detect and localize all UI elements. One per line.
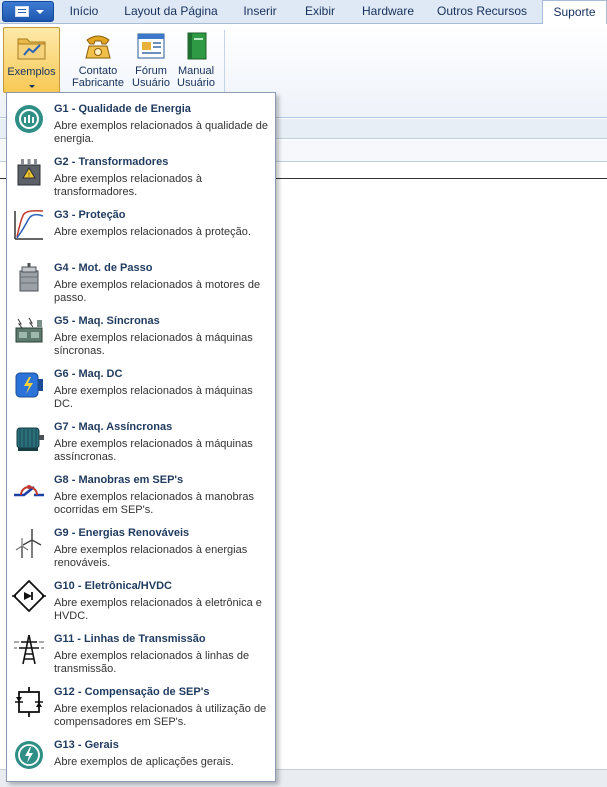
diode-bridge-icon [12, 579, 46, 613]
menu-item-description: Abre exemplos relacionados à motores de … [54, 279, 261, 304]
exemplos-button[interactable]: Exemplos [3, 27, 60, 93]
chevron-down-icon [36, 10, 44, 14]
exemplos-label: Exemplos [7, 66, 56, 78]
tab-hardware[interactable]: Hardware [352, 0, 424, 24]
menu-item-title: G12 - Compensação de SEP's [54, 686, 210, 698]
menu-item-g8[interactable]: G8 - Manobras em SEP's Abre exemplos rel… [8, 467, 274, 519]
transmission-tower-icon [14, 634, 44, 665]
telephone-icon [85, 35, 111, 59]
menu-item-description: Abre exemplos relacionados à qualidade d… [54, 120, 269, 145]
manual-label-line2: Usuário [177, 77, 215, 89]
manual-usuario-button[interactable]: Manual Usuário [174, 27, 218, 93]
forum-label-line2: Usuário [132, 77, 170, 89]
menu-item-description: Abre exemplos relacionados à máquinas sí… [54, 332, 253, 357]
manual-usuario-label: Manual Usuário [174, 65, 218, 89]
menu-item-description: Abre exemplos relacionados à máquinas as… [54, 438, 253, 463]
menu-item-description: Abre exemplos relacionados à transformad… [54, 173, 202, 198]
menu-item-g6[interactable]: G6 - Maq. DC Abre exemplos relacionados … [8, 361, 274, 413]
menu-item-description: Abre exemplos relacionados à linhas de t… [54, 650, 250, 675]
tab-layout-da-pagina[interactable]: Layout da Página [118, 0, 224, 24]
menu-item-title: G5 - Maq. Síncronas [54, 315, 160, 327]
menu-item-description: Abre exemplos relacionados à manobras oc… [54, 491, 254, 516]
menu-item-g4[interactable]: G4 - Mot. de Passo Abre exemplos relacio… [8, 255, 274, 307]
manual-label-line1: Manual [177, 65, 215, 77]
menu-item-title: G11 - Linhas de Transmissão [54, 633, 206, 645]
menu-item-title: G10 - Eletrônica/HVDC [54, 580, 172, 592]
synchronous-machine-icon [15, 317, 43, 343]
induction-motor-icon [16, 427, 44, 451]
green-book-icon [187, 32, 207, 60]
forum-usuario-label: Fórum Usuário [129, 65, 173, 89]
tab-inserir[interactable]: Inserir [232, 0, 288, 24]
chevron-down-icon [28, 85, 35, 88]
menu-item-g12[interactable]: G12 - Compensação de SEP's Abre exemplos… [8, 679, 274, 731]
tab-inicio[interactable]: Início [58, 0, 110, 24]
folder-chart-icon [17, 38, 45, 60]
tab-suporte[interactable]: Suporte [542, 0, 607, 25]
menu-item-title: G13 - Gerais [54, 739, 119, 751]
menu-item-title: G2 - Transformadores [54, 156, 169, 168]
menu-item-g13[interactable]: G13 - Gerais Abre exemplos de aplicações… [8, 732, 274, 784]
application-menu-button[interactable] [2, 1, 54, 22]
stepper-motor-icon [19, 263, 39, 292]
menu-item-g11[interactable]: G11 - Linhas de Transmissão Abre exemplo… [8, 626, 274, 678]
ribbon-tab-bar: Início Layout da Página Inserir Exibir H… [0, 0, 607, 25]
contato-label-line1: Contato [78, 65, 118, 77]
wind-turbine-icon [15, 529, 42, 558]
switching-icon [14, 485, 44, 497]
general-lightning-icon [15, 741, 43, 769]
application-menu-icon [15, 6, 29, 17]
contato-fabricante-label: Contato Fabricante [70, 65, 126, 89]
tab-outros-recursos[interactable]: Outros Recursos [432, 0, 532, 24]
menu-item-g10[interactable]: G10 - Eletrônica/HVDC Abre exemplos rela… [8, 573, 274, 625]
menu-item-title: G6 - Maq. DC [54, 368, 123, 380]
thyristor-compensator-icon [15, 687, 43, 717]
tab-exibir[interactable]: Exibir [296, 0, 344, 24]
menu-item-g3[interactable]: G3 - Proteção Abre exemplos relacionados… [8, 202, 274, 254]
menu-item-description: Abre exemplos relacionados à utilização … [54, 703, 267, 728]
menu-item-description: Abre exemplos relacionados à proteção. [54, 226, 251, 238]
menu-item-g7[interactable]: G7 - Maq. Assíncronas Abre exemplos rela… [8, 414, 274, 466]
dc-machine-icon [15, 372, 43, 398]
menu-item-g1[interactable]: G1 - Qualidade de Energia Abre exemplos … [8, 96, 274, 148]
forum-window-icon [137, 33, 165, 59]
menu-item-g9[interactable]: G9 - Energias Renováveis Abre exemplos r… [8, 520, 274, 572]
menu-item-description: Abre exemplos relacionados à eletrônica … [54, 597, 262, 622]
menu-item-title: G7 - Maq. Assíncronas [54, 421, 173, 433]
contato-fabricante-button[interactable]: Contato Fabricante [70, 27, 126, 93]
power-quality-icon [15, 105, 43, 133]
menu-item-title: G9 - Energias Renováveis [54, 527, 190, 539]
menu-item-description: Abre exemplos relacionados à energias re… [54, 544, 248, 569]
menu-item-title: G3 - Proteção [54, 209, 126, 221]
menu-item-g5[interactable]: G5 - Maq. Síncronas Abre exemplos relaci… [8, 308, 274, 360]
menu-item-g2[interactable]: ! G2 - Transformadores Abre exemplos rel… [8, 149, 274, 201]
menu-item-title: G4 - Mot. de Passo [54, 262, 153, 274]
menu-item-description: Abre exemplos de aplicações gerais. [54, 756, 234, 768]
transformer-icon: ! [17, 159, 41, 186]
menu-item-title: G1 - Qualidade de Energia [54, 103, 191, 115]
exemplos-dropdown-menu: G1 - Qualidade de Energia Abre exemplos … [6, 92, 276, 782]
menu-item-title: G8 - Manobras em SEP's [54, 474, 184, 486]
forum-label-line1: Fórum [135, 65, 167, 77]
contato-label-line2: Fabricante [72, 77, 124, 89]
protection-curve-icon [14, 210, 44, 240]
forum-usuario-button[interactable]: Fórum Usuário [129, 27, 173, 93]
menu-item-description: Abre exemplos relacionados à máquinas DC… [54, 385, 253, 410]
